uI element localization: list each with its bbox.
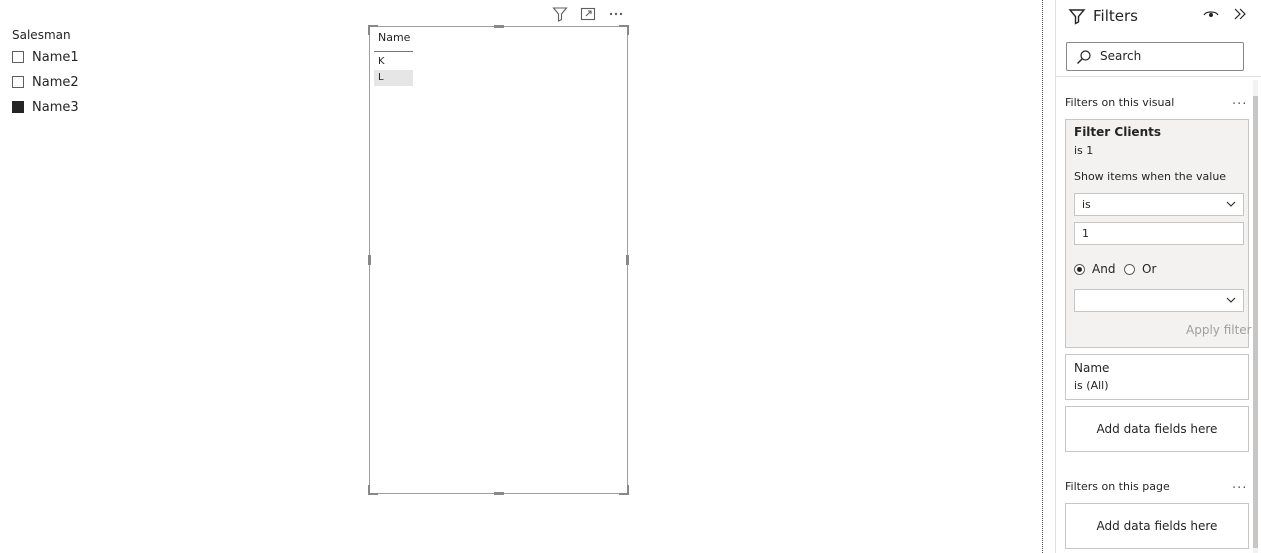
operator-value: is <box>1082 198 1091 211</box>
filter-card-title: Filter Clients <box>1074 125 1161 139</box>
section-title-page: Filters on this page <box>1065 480 1170 493</box>
filter-pane-icon <box>1068 7 1086 29</box>
resize-handle[interactable] <box>368 255 371 265</box>
radio-and[interactable]: And <box>1074 262 1115 276</box>
eye-icon[interactable] <box>1202 6 1220 26</box>
filter-value-input[interactable]: 1 <box>1074 222 1244 245</box>
slicer-item-name2[interactable]: Name2 <box>12 73 79 91</box>
column-header-underline <box>374 51 413 52</box>
search-placeholder: Search <box>1100 49 1142 63</box>
more-options-icon[interactable]: ... <box>1232 477 1247 492</box>
filter-card-summary: is (All) <box>1074 379 1109 392</box>
table-visual[interactable] <box>368 25 629 495</box>
radio-button[interactable] <box>1124 263 1135 275</box>
operator-dropdown[interactable]: is <box>1074 193 1244 216</box>
pane-title: Filters <box>1093 7 1138 25</box>
table-cell-selected[interactable]: L <box>374 70 413 86</box>
resize-handle[interactable] <box>368 485 378 495</box>
more-options-icon[interactable] <box>607 5 625 23</box>
checkbox[interactable] <box>12 51 24 63</box>
checkbox-checked[interactable] <box>12 101 24 113</box>
add-data-fields-page[interactable]: Add data fields here <box>1065 503 1249 549</box>
filter-value: 1 <box>1082 227 1089 240</box>
resize-handle[interactable] <box>494 25 504 28</box>
table-cell[interactable]: K <box>374 54 413 70</box>
chevron-down-icon <box>1226 294 1236 307</box>
search-icon <box>1076 49 1092 69</box>
section-title-visual: Filters on this visual <box>1065 96 1175 109</box>
divider <box>1055 76 1261 77</box>
focus-mode-icon[interactable] <box>579 5 597 23</box>
second-operator-dropdown[interactable] <box>1074 289 1244 312</box>
radio-button-selected[interactable] <box>1074 263 1085 275</box>
slicer-item-name3[interactable]: Name3 <box>12 98 79 116</box>
resize-handle[interactable] <box>619 485 629 495</box>
add-data-fields-visual[interactable]: Add data fields here <box>1065 406 1249 452</box>
filter-instruction: Show items when the value <box>1074 170 1227 183</box>
slicer-title: Salesman <box>12 28 71 42</box>
chevron-down-icon <box>1226 198 1236 211</box>
apply-filter-button[interactable]: Apply filter <box>1186 323 1252 337</box>
collapse-pane-icon[interactable] <box>1231 6 1249 26</box>
resize-handle[interactable] <box>619 25 629 35</box>
more-options-icon[interactable]: ... <box>1232 93 1247 108</box>
slicer-item-label: Name1 <box>32 49 79 65</box>
resize-handle[interactable] <box>368 25 378 35</box>
radio-or[interactable]: Or <box>1124 262 1156 276</box>
slicer-item-label: Name2 <box>32 74 79 90</box>
radio-label: And <box>1092 262 1116 276</box>
slicer-item-name1[interactable]: Name1 <box>12 48 79 66</box>
resize-handle[interactable] <box>494 492 504 495</box>
radio-label: Or <box>1142 262 1157 276</box>
checkbox[interactable] <box>12 76 24 88</box>
search-input[interactable] <box>1066 42 1244 71</box>
column-header-name[interactable]: Name <box>378 31 410 44</box>
pane-divider <box>1042 0 1043 553</box>
resize-handle[interactable] <box>626 255 629 265</box>
slicer-item-label: Name3 <box>32 99 79 115</box>
filter-card-summary: is 1 <box>1074 144 1094 157</box>
scrollbar-thumb[interactable] <box>1253 96 1258 548</box>
filter-icon[interactable] <box>551 5 569 23</box>
filter-card-title: Name <box>1074 361 1110 375</box>
